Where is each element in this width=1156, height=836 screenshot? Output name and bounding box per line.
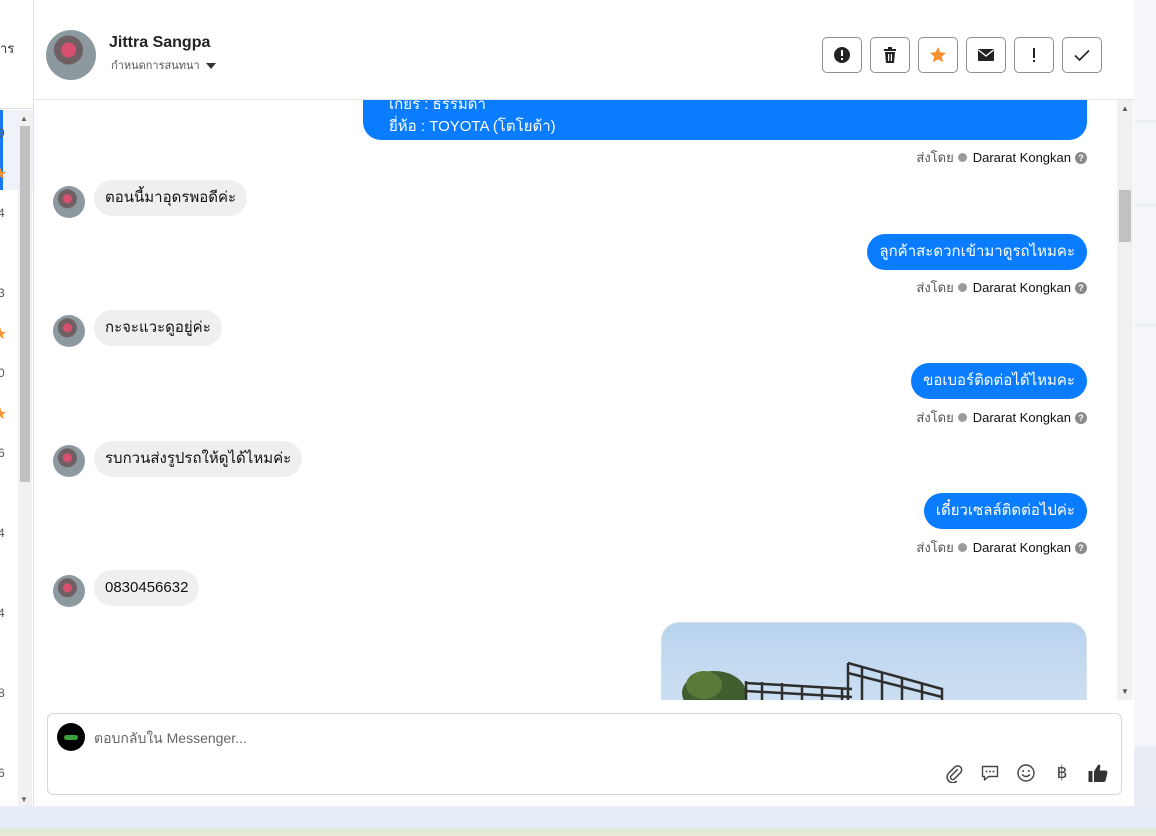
email-button[interactable] bbox=[966, 37, 1006, 73]
sent-by-label: ส่งโดย bbox=[916, 150, 954, 165]
delete-button[interactable] bbox=[870, 37, 910, 73]
window-bottom-strip bbox=[0, 806, 1156, 836]
list-scrollbar-thumb[interactable] bbox=[20, 126, 30, 482]
important-button[interactable] bbox=[1014, 37, 1054, 73]
right-panel-edge bbox=[1134, 0, 1156, 806]
contact-name[interactable]: Jittra Sangpa bbox=[109, 34, 210, 52]
envelope-icon bbox=[978, 49, 994, 61]
chat-bubble-icon bbox=[981, 765, 999, 781]
star-icon: ★ bbox=[0, 164, 7, 184]
outgoing-message: เกียร์ : ธรรมดา ยี่ห้อ : TOYOTA (โตโยต้า… bbox=[363, 100, 1087, 140]
sent-by: ส่งโดย Dararat Kongkan ? bbox=[916, 537, 1087, 558]
avatar bbox=[53, 575, 85, 607]
truck-photo bbox=[682, 661, 944, 700]
star-icon: ★ bbox=[0, 324, 7, 344]
page-avatar bbox=[57, 723, 85, 751]
avatar bbox=[53, 445, 85, 477]
outgoing-message: เดี๋ยวเซลล์ติดต่อไปค่ะ bbox=[923, 493, 1087, 529]
right-panel-band bbox=[1134, 0, 1156, 120]
incoming-message: 0830456632 bbox=[94, 570, 200, 606]
scroll-up-icon[interactable]: ▲ bbox=[1121, 104, 1129, 113]
scroll-down-icon[interactable]: ▼ bbox=[1121, 687, 1129, 696]
list-divider bbox=[0, 108, 33, 109]
list-item-number: 0 bbox=[0, 366, 5, 380]
baht-icon: ฿ bbox=[1056, 763, 1068, 782]
conversation-schedule-dropdown[interactable]: กำหนดการสนทนา bbox=[111, 56, 216, 74]
help-icon[interactable]: ? bbox=[1075, 281, 1087, 294]
list-item-number: 3 bbox=[0, 286, 5, 300]
avatar bbox=[53, 186, 85, 218]
conversation-list: าร 9 ★ 4 3 ★ 0 ★ 6 4 4 8 6 ▲ ▼ bbox=[0, 0, 34, 806]
right-panel-band bbox=[1134, 206, 1156, 324]
sent-by: ส่งโดย Dararat Kongkan ? bbox=[916, 147, 1087, 168]
conversation-schedule-label: กำหนดการสนทนา bbox=[111, 60, 200, 72]
saved-replies-button[interactable] bbox=[979, 762, 1001, 784]
status-dot-icon bbox=[957, 153, 967, 162]
list-item-number: 6 bbox=[0, 766, 5, 780]
scroll-up-icon[interactable]: ▲ bbox=[20, 114, 28, 123]
list-item-number: 4 bbox=[0, 206, 5, 220]
paperclip-icon bbox=[946, 765, 963, 783]
incoming-message: รบกวนส่งรูปรถให้ดูได้ไหมค่ะ bbox=[94, 441, 303, 477]
star-button[interactable] bbox=[918, 37, 958, 73]
reply-input[interactable] bbox=[94, 728, 794, 748]
caret-down-icon bbox=[205, 62, 216, 69]
list-item-number: 6 bbox=[0, 446, 5, 460]
sender-name: Dararat Kongkan bbox=[972, 540, 1071, 555]
emoji-button[interactable] bbox=[1015, 762, 1037, 784]
chat-header: Jittra Sangpa กำหนดการสนทนา bbox=[35, 11, 1134, 100]
list-item-number: 9 bbox=[0, 126, 5, 140]
thread-scrollbar-thumb[interactable] bbox=[1119, 190, 1131, 242]
list-scrollbar[interactable]: ▲ ▼ bbox=[18, 112, 32, 806]
list-item-number: 4 bbox=[0, 526, 5, 540]
list-item-number: 4 bbox=[0, 606, 5, 620]
outgoing-message: ลูกค้าสะดวกเข้ามาดูรถไหมคะ bbox=[867, 234, 1087, 270]
thread-scrollbar[interactable]: ▲ ▼ bbox=[1117, 100, 1133, 700]
sender-name: Dararat Kongkan bbox=[972, 410, 1071, 425]
star-icon bbox=[930, 47, 946, 63]
help-icon[interactable]: ? bbox=[1075, 151, 1087, 164]
list-item-number: 8 bbox=[0, 686, 5, 700]
avatar bbox=[53, 315, 85, 347]
header-actions bbox=[822, 37, 1102, 73]
status-dot-icon bbox=[957, 283, 967, 292]
sent-by-label: ส่งโดย bbox=[916, 540, 954, 555]
composer-tools: ฿ bbox=[943, 762, 1109, 784]
avatar[interactable] bbox=[46, 30, 96, 80]
sender-name: Dararat Kongkan bbox=[972, 280, 1071, 295]
attach-button[interactable] bbox=[943, 762, 965, 784]
incoming-message: ตอนนี้มาอุดรพอดีค่ะ bbox=[94, 180, 248, 216]
alert-circle-icon bbox=[834, 47, 850, 63]
sent-by: ส่งโดย Dararat Kongkan ? bbox=[916, 407, 1087, 428]
right-panel-band bbox=[1134, 122, 1156, 204]
check-icon bbox=[1074, 49, 1090, 62]
outgoing-image-message[interactable] bbox=[661, 622, 1087, 700]
sender-name: Dararat Kongkan bbox=[972, 150, 1071, 165]
sent-by-label: ส่งโดย bbox=[916, 410, 954, 425]
report-button[interactable] bbox=[822, 37, 862, 73]
done-button[interactable] bbox=[1062, 37, 1102, 73]
right-panel-band bbox=[1134, 326, 1156, 746]
exclamation-icon bbox=[1033, 48, 1035, 62]
emoji-icon bbox=[1017, 764, 1035, 782]
help-icon[interactable]: ? bbox=[1075, 411, 1087, 424]
list-header-fragment: าร bbox=[0, 41, 15, 56]
status-dot-icon bbox=[957, 543, 967, 552]
chat-pane: Jittra Sangpa กำหนดการสนทนา เกียร์: ธรร… bbox=[35, 0, 1134, 806]
outgoing-message: ขอเบอร์ติดต่อได้ไหมคะ bbox=[911, 363, 1087, 399]
sent-by: ส่งโดย Dararat Kongkan ? bbox=[916, 277, 1087, 298]
sent-by-label: ส่งโดย bbox=[916, 280, 954, 295]
message-text: ยี่ห้อ : TOYOTA (โตโยต้า) bbox=[389, 118, 556, 135]
reply-composer: ฿ bbox=[47, 713, 1122, 795]
trash-icon bbox=[884, 47, 896, 63]
scroll-down-icon[interactable]: ▼ bbox=[20, 795, 28, 804]
payment-button[interactable]: ฿ bbox=[1051, 762, 1073, 784]
star-icon: ★ bbox=[0, 404, 7, 424]
status-dot-icon bbox=[957, 413, 967, 422]
help-icon[interactable]: ? bbox=[1075, 541, 1087, 554]
message-thread: เกียร์ : ธรรมดา ยี่ห้อ : TOYOTA (โตโยต้า… bbox=[35, 100, 1134, 700]
like-button[interactable] bbox=[1087, 762, 1109, 784]
thumbs-up-icon bbox=[1088, 764, 1108, 782]
incoming-message: กะจะแวะดูอยู่ค่ะ bbox=[94, 310, 222, 346]
